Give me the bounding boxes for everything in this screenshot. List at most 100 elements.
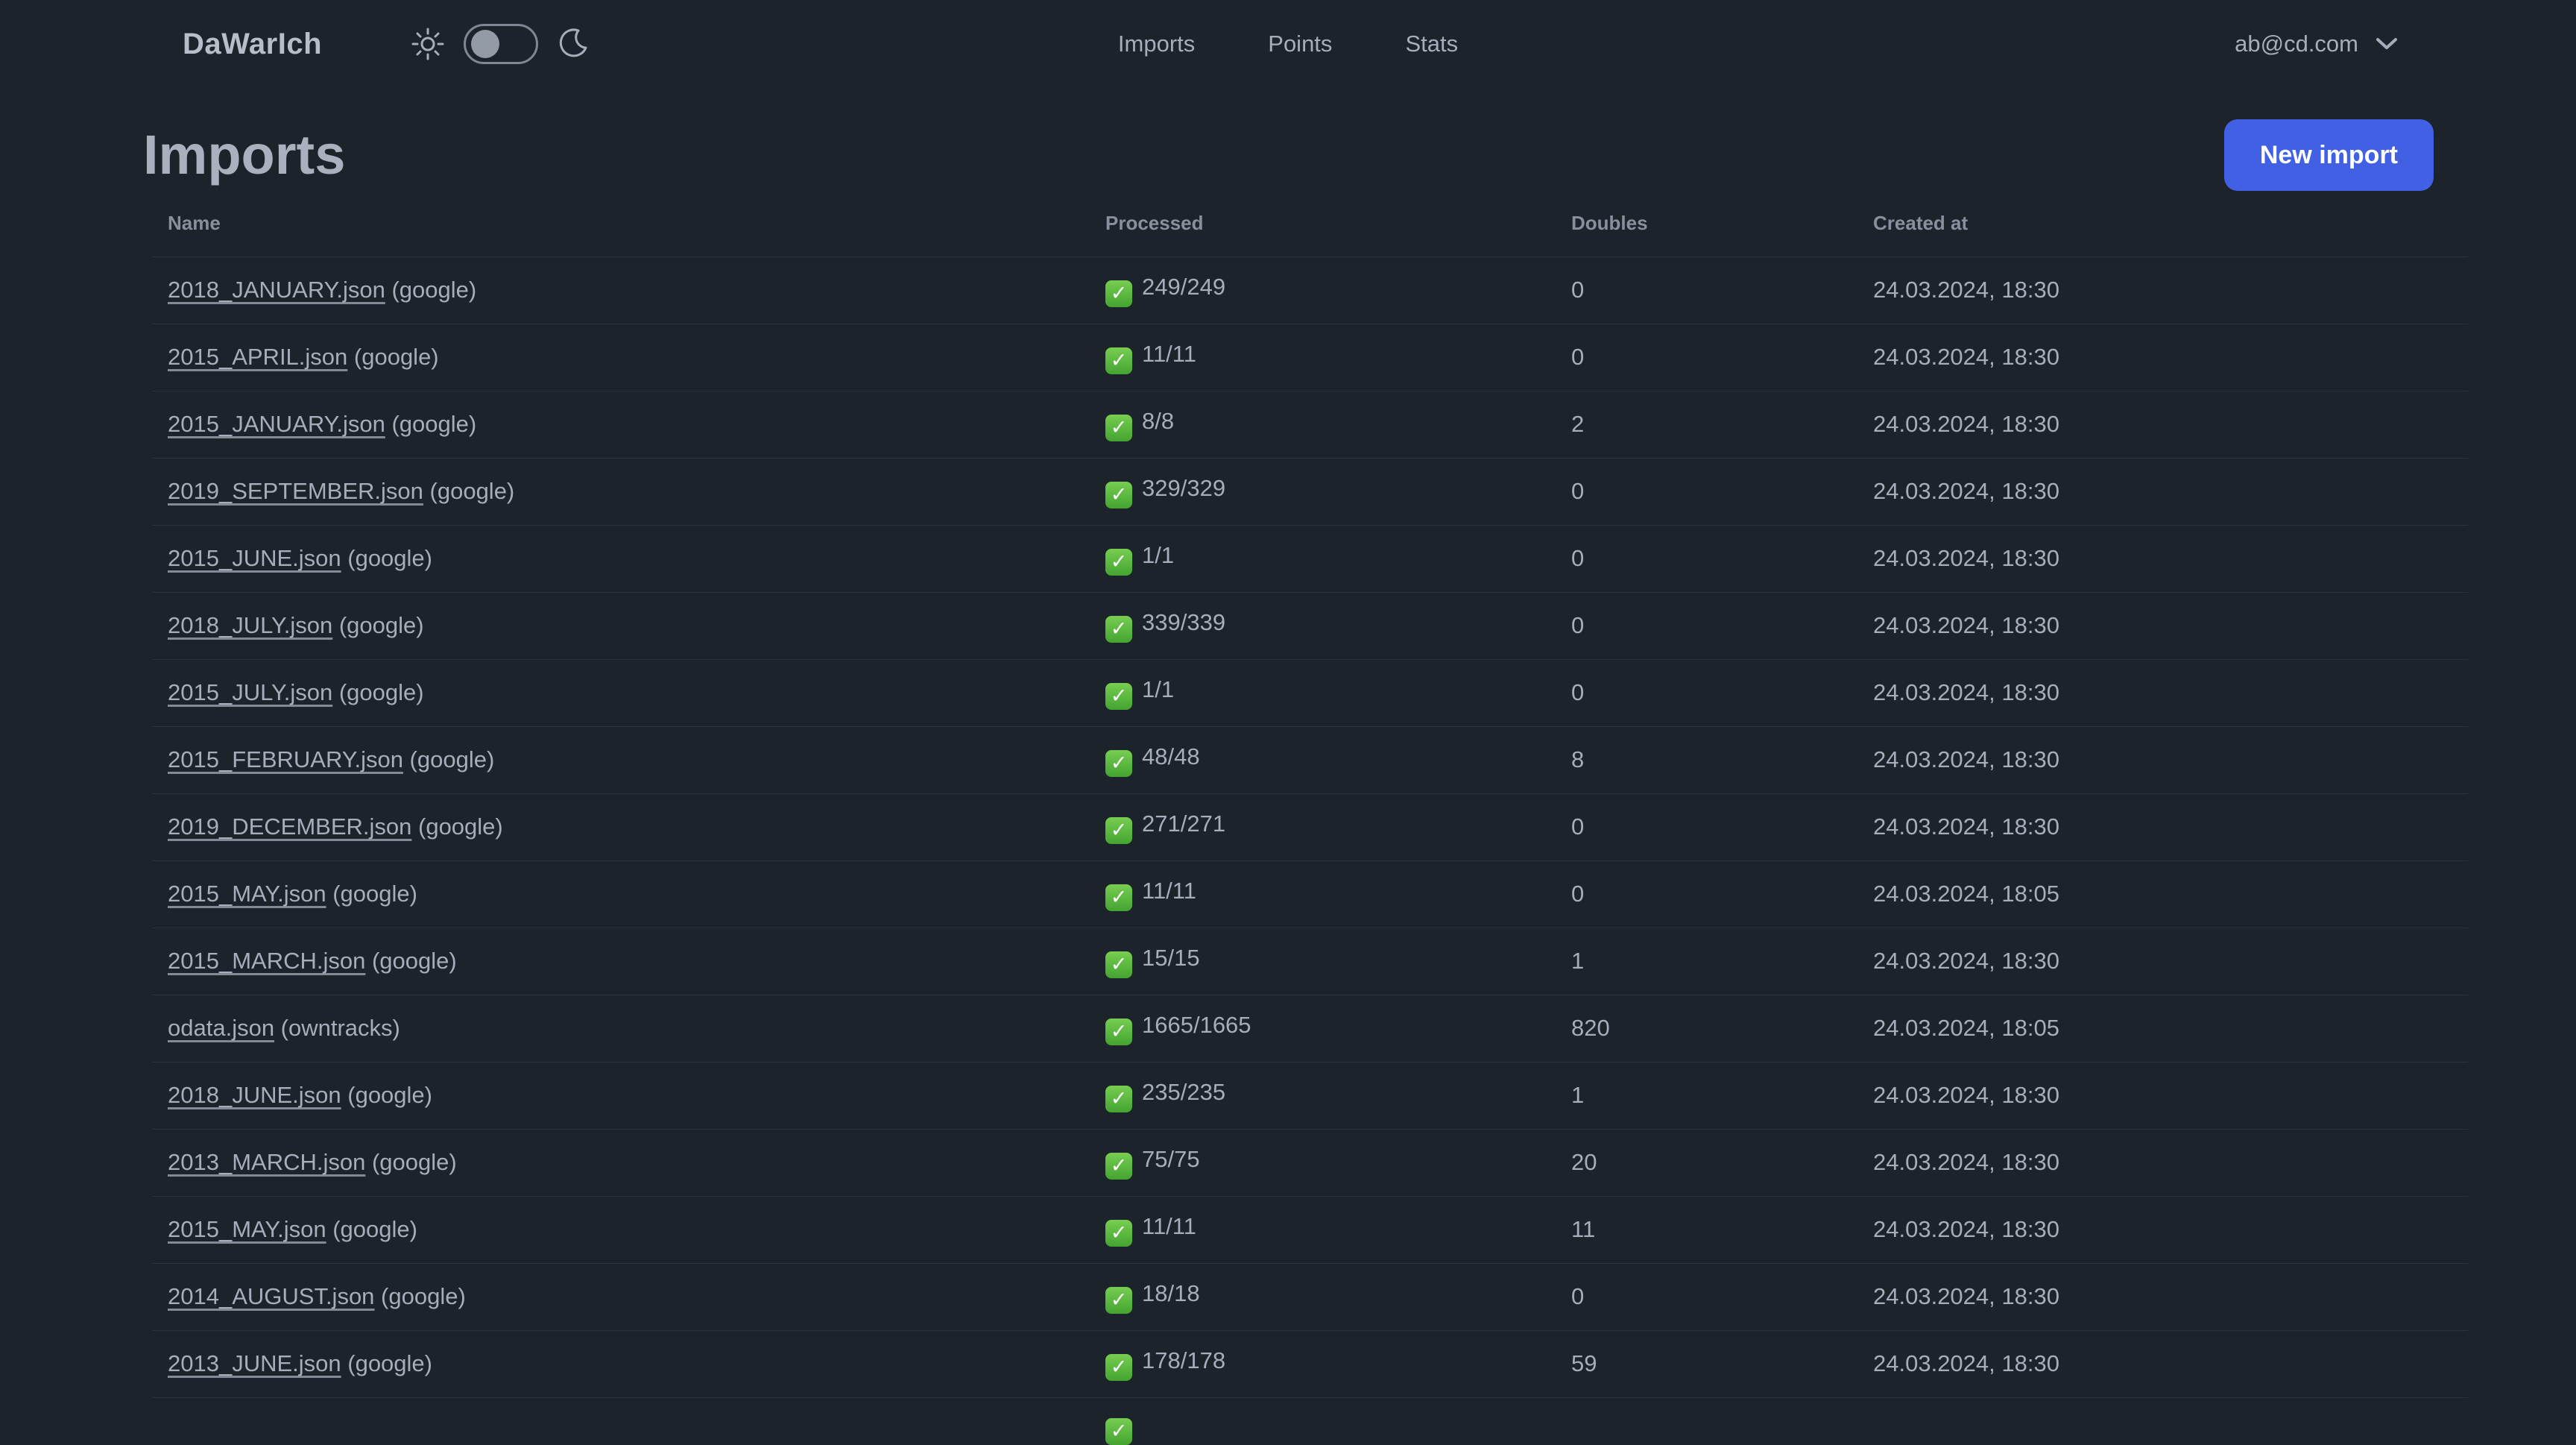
processed-count: 339/339 [1142, 608, 1226, 635]
doubles-cell: 0 [1571, 1263, 1873, 1331]
processed-count: 11/11 [1142, 1212, 1196, 1239]
created-at-cell: 24.03.2024, 18:30 [1873, 324, 2468, 391]
created-at-cell: 24.03.2024, 18:30 [1873, 928, 2468, 995]
success-icon: ✓ [1105, 682, 1132, 710]
file-link[interactable]: 2018_JUNE.json [168, 1082, 341, 1108]
name-cell: 2015_MAY.json (google) [153, 860, 1105, 928]
imports-table: Name Processed Doubles Created at 2018_J… [153, 191, 2468, 1398]
file-link[interactable]: 2015_APRIL.json [168, 344, 347, 370]
name-cell: 2018_JULY.json (google) [153, 592, 1105, 660]
name-cell: 2019_SEPTEMBER.json (google) [153, 458, 1105, 526]
name-cell: 2015_MARCH.json (google) [153, 928, 1105, 995]
success-icon: ✓ [1105, 1353, 1132, 1381]
file-link[interactable]: odata.json [168, 1015, 274, 1041]
file-source: (google) [347, 344, 439, 370]
nav-item-stats[interactable]: Stats [1405, 31, 1458, 57]
success-icon: ✓ [1105, 347, 1132, 374]
created-at-cell: 24.03.2024, 18:30 [1873, 1129, 2468, 1197]
file-link[interactable]: 2013_MARCH.json [168, 1149, 365, 1175]
created-at-cell: 24.03.2024, 18:30 [1873, 525, 2468, 593]
file-link[interactable]: 2014_AUGUST.json [168, 1283, 374, 1309]
name-cell: 2015_MAY.json (google) [153, 1196, 1105, 1264]
created-at-cell: 24.03.2024, 18:30 [1873, 592, 2468, 660]
table-row: 2015_JULY.json (google) ✓ 1/1 0 24.03.2024, … [153, 659, 2468, 727]
doubles-cell: 0 [1571, 324, 1873, 391]
created-at-cell: 24.03.2024, 18:30 [1873, 391, 2468, 459]
processed-count: 249/249 [1142, 273, 1226, 300]
success-icon: ✓ [1105, 1417, 1132, 1445]
file-source: (google) [385, 411, 477, 437]
processed-count: 18/18 [1142, 1279, 1200, 1306]
doubles-cell: 8 [1571, 726, 1873, 794]
name-cell: 2018_JUNE.json (google) [153, 1062, 1105, 1130]
doubles-cell: 820 [1571, 995, 1873, 1062]
file-link[interactable]: 2015_JUNE.json [168, 545, 341, 571]
page-header: Imports New import [0, 88, 2576, 191]
file-link[interactable]: 2018_JANUARY.json [168, 277, 385, 303]
success-icon: ✓ [1105, 884, 1132, 911]
processed-count: 1/1 [1142, 541, 1175, 568]
file-source: (google) [423, 478, 515, 504]
file-link[interactable]: 2015_MARCH.json [168, 948, 365, 974]
column-header-name: Name [153, 191, 1105, 257]
success-icon: ✓ [1105, 1018, 1132, 1045]
name-cell: 2015_APRIL.json (google) [153, 324, 1105, 391]
partial-table-row: ✓ [153, 1417, 2468, 1445]
file-link[interactable]: 2015_JULY.json [168, 679, 332, 705]
created-at-cell: 24.03.2024, 18:05 [1873, 860, 2468, 928]
file-link[interactable]: 2015_MAY.json [168, 881, 326, 907]
processed-cell: ✓ 1/1 [1105, 525, 1571, 593]
doubles-cell: 0 [1571, 592, 1873, 660]
created-at-cell: 24.03.2024, 18:30 [1873, 726, 2468, 794]
name-cell: 2013_MARCH.json (google) [153, 1129, 1105, 1197]
nav-item-imports[interactable]: Imports [1118, 31, 1195, 57]
processed-count: 75/75 [1142, 1145, 1200, 1172]
file-link[interactable]: 2019_SEPTEMBER.json [168, 478, 423, 504]
processed-cell: ✓ 48/48 [1105, 726, 1571, 794]
nav-item-points[interactable]: Points [1268, 31, 1332, 57]
processed-cell: ✓ 11/11 [1105, 324, 1571, 391]
success-icon: ✓ [1105, 816, 1132, 844]
table-row: 2014_AUGUST.json (google) ✓ 18/18 0 24.03.20… [153, 1263, 2468, 1331]
theme-toggle[interactable] [464, 24, 539, 64]
processed-count: 11/11 [1142, 340, 1196, 367]
doubles-cell: 0 [1571, 860, 1873, 928]
app-logo[interactable]: DaWarIch [183, 28, 322, 61]
file-source: (google) [341, 545, 432, 571]
processed-count: 1665/1665 [1142, 1011, 1251, 1038]
top-bar: DaWarIch Imports Points Stats ab@cd.com [0, 0, 2576, 88]
processed-count: 48/48 [1142, 743, 1200, 769]
doubles-cell: 0 [1571, 659, 1873, 727]
account-menu[interactable]: ab@cd.com [2235, 31, 2399, 57]
file-link[interactable]: 2015_FEBRUARY.json [168, 746, 403, 772]
processed-cell: ✓ 339/339 [1105, 592, 1571, 660]
success-icon: ✓ [1105, 1085, 1132, 1112]
new-import-button[interactable]: New import [2223, 119, 2434, 191]
processed-cell: ✓ 271/271 [1105, 793, 1571, 861]
processed-cell: ✓ 18/18 [1105, 1263, 1571, 1331]
file-link[interactable]: 2013_JUNE.json [168, 1350, 341, 1376]
file-link[interactable]: 2018_JULY.json [168, 612, 332, 638]
processed-cell: ✓ 1665/1665 [1105, 995, 1571, 1062]
table-row: 2018_JANUARY.json (google) ✓ 249/249 0 24.03… [153, 256, 2468, 324]
main-nav: Imports Points Stats [1118, 31, 1458, 57]
table-row: 2018_JUNE.json (google) ✓ 235/235 1 24.03.20… [153, 1062, 2468, 1130]
file-link[interactable]: 2015_JANUARY.json [168, 411, 385, 437]
name-cell: 2018_JANUARY.json (google) [153, 256, 1105, 324]
created-at-cell: 24.03.2024, 18:05 [1873, 995, 2468, 1062]
created-at-cell: 24.03.2024, 18:30 [1873, 1330, 2468, 1398]
created-at-cell: 24.03.2024, 18:30 [1873, 1062, 2468, 1130]
table-row: 2013_JUNE.json (google) ✓ 178/178 59 24.03.2… [153, 1330, 2468, 1398]
name-cell: 2013_JUNE.json (google) [153, 1330, 1105, 1398]
doubles-cell: 0 [1571, 256, 1873, 324]
table-row: 2013_MARCH.json (google) ✓ 75/75 20 24.03.20… [153, 1129, 2468, 1197]
table-header-row: Name Processed Doubles Created at [153, 191, 2468, 257]
doubles-cell: 59 [1571, 1330, 1873, 1398]
table-row: 2015_JANUARY.json (google) ✓ 8/8 2 24.03.202… [153, 391, 2468, 459]
processed-cell: ✓ 329/329 [1105, 458, 1571, 526]
file-link[interactable]: 2015_MAY.json [168, 1216, 326, 1242]
processed-count: 178/178 [1142, 1347, 1226, 1373]
file-link[interactable]: 2019_DECEMBER.json [168, 813, 411, 840]
processed-cell: ✓ 75/75 [1105, 1129, 1571, 1197]
processed-count: 271/271 [1142, 810, 1226, 837]
